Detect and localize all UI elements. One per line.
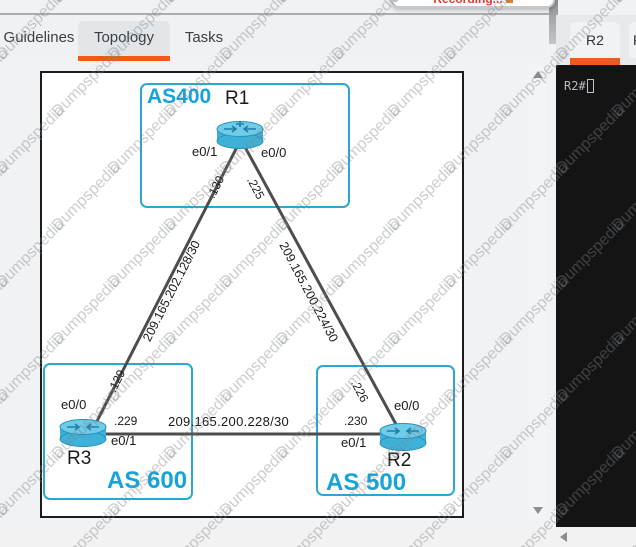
terminal-tab-r2[interactable]: R2: [570, 22, 620, 58]
tab-topology[interactable]: Topology: [78, 21, 170, 61]
r1-if-e00-label: e0/0: [261, 145, 286, 160]
router-r2-icon[interactable]: [377, 417, 429, 451]
watermark-text: Dumpspedia: [0, 273, 13, 349]
watermark-text: Dumpspedia: [0, 159, 13, 235]
terminal-tab-partial[interactable]: R: [629, 22, 636, 58]
link-subnet-bottom-label: 209.165.200.228/30: [168, 414, 289, 429]
watermark-text: Dumpspedia: [49, 0, 125, 7]
recording-icon: [506, 0, 513, 3]
as600-label: AS 600: [107, 467, 187, 495]
exam-screen: Recording... Guidelines Topology Tasks A…: [0, 0, 636, 547]
r2-ip-230-label: .230: [344, 414, 367, 428]
topology-canvas: AS400 R1 e0/1 e0/0 .130 .225 209.165.202…: [40, 71, 464, 518]
r3-if-e01-label: e0/1: [111, 433, 136, 448]
as400-label: AS400: [147, 85, 211, 109]
watermark-text: Dumpspedia: [609, 0, 636, 7]
scroll-down-icon[interactable]: [533, 507, 543, 514]
scroll-left-icon[interactable]: [560, 532, 567, 542]
router-r3-icon[interactable]: [57, 413, 109, 447]
watermark-text: Dumpspedia: [0, 387, 13, 463]
r1-if-e01-label: e0/1: [192, 144, 217, 159]
recording-label: Recording...: [433, 0, 502, 6]
vertical-scrollbar[interactable]: [529, 65, 546, 520]
horizontal-scrollbar[interactable]: [0, 528, 636, 547]
r3-if-e00-label: e0/0: [61, 397, 86, 412]
recording-popup: Recording...: [391, 0, 555, 8]
terminal-prompt: R2#: [564, 79, 586, 93]
router-r1-label: R1: [225, 88, 249, 110]
tab-guidelines[interactable]: Guidelines: [0, 21, 78, 61]
r3-ip-229-label: .229: [114, 414, 137, 428]
r2-if-e00-label: e0/0: [394, 398, 419, 413]
router-r3-label: R3: [67, 448, 91, 470]
tab-tasks[interactable]: Tasks: [172, 21, 236, 61]
content-tabbar: Guidelines Topology Tasks: [0, 15, 546, 61]
watermark-text: Dumpspedia: [161, 0, 237, 7]
r2-if-e01-label: e0/1: [341, 435, 366, 450]
as500-label: AS 500: [326, 469, 406, 497]
watermark-text: Dumpspedia: [0, 0, 13, 7]
scroll-up-icon[interactable]: [533, 71, 543, 78]
watermark-text: Dumpspedia: [273, 0, 349, 7]
terminal-cursor: [587, 79, 594, 93]
terminal-console[interactable]: R2#: [556, 65, 636, 527]
router-r1-icon[interactable]: [214, 115, 266, 149]
terminal-tab-active-indicator: [570, 58, 620, 65]
